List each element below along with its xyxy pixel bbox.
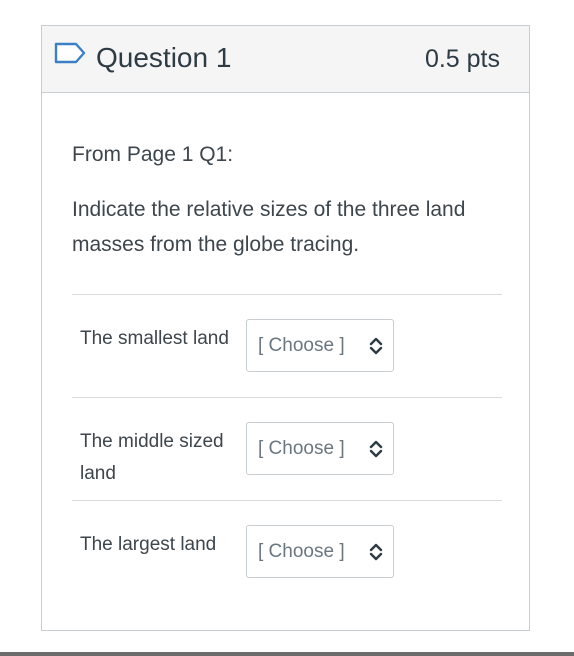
answer-label: The largest land <box>80 534 217 555</box>
chevron-up-down-icon <box>369 440 383 458</box>
question-body: From Page 1 Q1: Indicate the relative si… <box>72 140 504 256</box>
quiz-page: Question 1 0.5 pts From Page 1 Q1: Indic… <box>0 0 574 656</box>
question-points: 0.5 pts <box>424 45 500 73</box>
answer-label: The smallest land <box>80 328 229 349</box>
select-value: [ Choose ] <box>258 438 345 459</box>
chevron-up-down-icon <box>369 337 383 355</box>
answer-select-largest[interactable]: [ Choose ] <box>246 525 394 578</box>
answer-label: The middle sized land <box>80 431 224 484</box>
question-header: Question 1 0.5 pts <box>42 26 529 93</box>
flag-question-icon[interactable] <box>54 42 86 64</box>
answer-select-smallest[interactable]: [ Choose ] <box>246 319 394 372</box>
question-text: Indicate the relative sizes of the three… <box>72 198 466 256</box>
question-source: From Page 1 Q1: <box>72 143 234 166</box>
chevron-up-down-icon <box>369 543 383 561</box>
answer-table: The smallest land [ Choose ] The middle … <box>72 294 502 603</box>
bottom-border <box>0 652 574 656</box>
answer-row: The middle sized land [ Choose ] <box>72 397 502 500</box>
select-value: [ Choose ] <box>258 541 345 562</box>
answer-row: The smallest land [ Choose ] <box>72 294 502 397</box>
answer-row: The largest land [ Choose ] <box>72 500 502 603</box>
question-title: Question 1 <box>96 42 232 73</box>
select-value: [ Choose ] <box>258 335 345 356</box>
answer-select-middle[interactable]: [ Choose ] <box>246 422 394 475</box>
question-card: Question 1 0.5 pts From Page 1 Q1: Indic… <box>41 25 530 631</box>
